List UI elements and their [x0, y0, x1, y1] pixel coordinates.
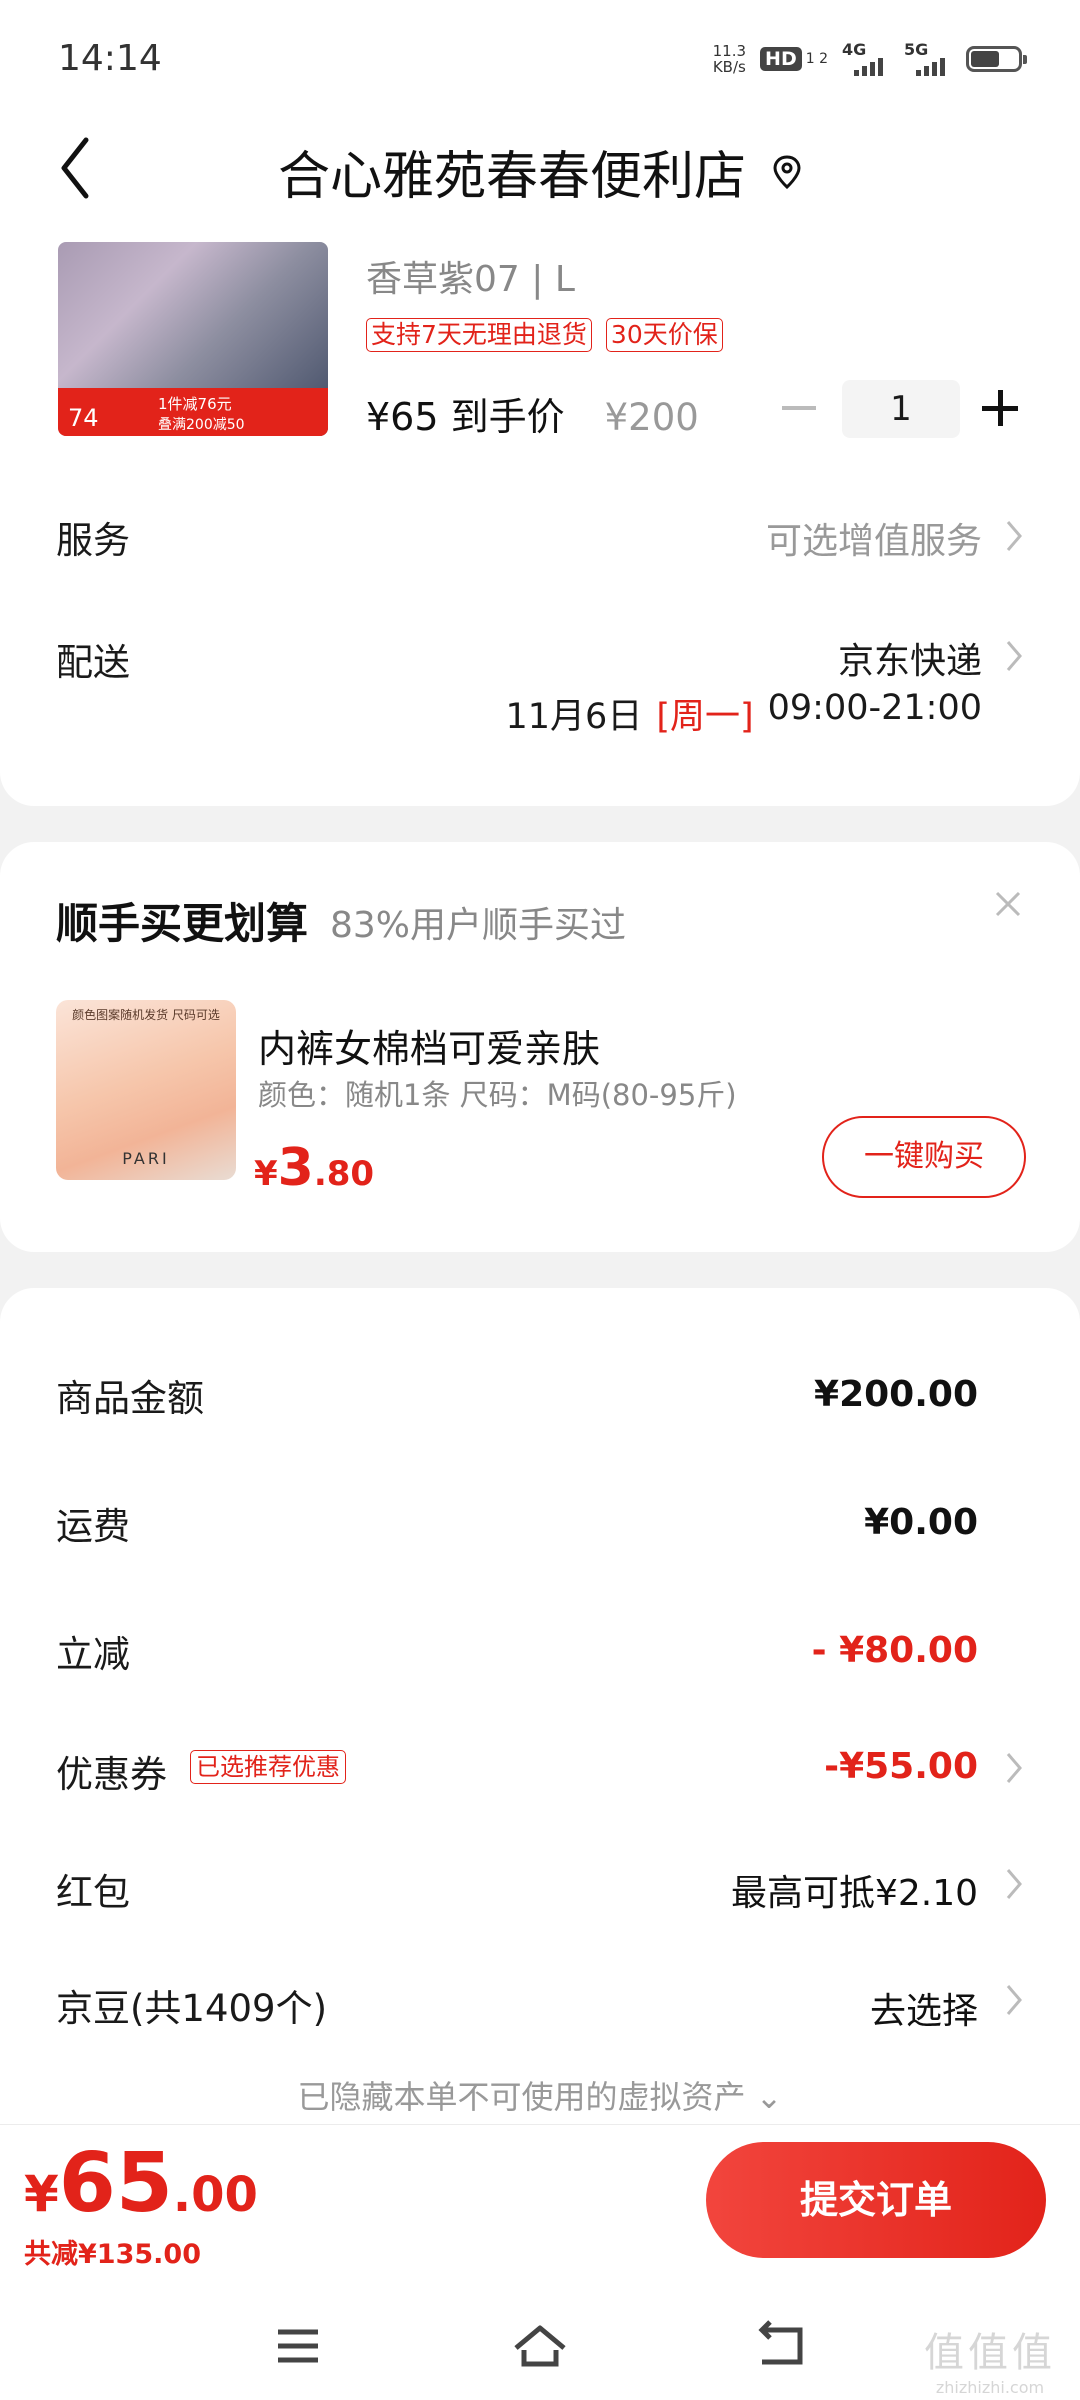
product-image[interactable]: 74 1件减76元 叠满200减50	[58, 242, 328, 436]
back-nav-icon[interactable]	[750, 2316, 810, 2376]
shop-header: 合心雅苑春春便利店	[0, 134, 1080, 209]
product-price-line: ¥65 到手价 ¥200	[366, 386, 699, 441]
delivery-time-window: 09:00-21:00	[767, 688, 982, 728]
chevron-right-icon[interactable]	[1004, 638, 1024, 674]
shipping-value: ¥0.00	[864, 1502, 978, 1543]
jd-beans-label: 京豆(共1409个)	[56, 1987, 328, 2030]
product-sku[interactable]: 香草紫07 | L	[366, 250, 575, 302]
chevron-right-icon[interactable]	[1004, 518, 1024, 554]
final-price: ¥65 到手价	[366, 395, 565, 439]
hidden-assets-toggle[interactable]: 已隐藏本单不可使用的虚拟资产 ⌄	[0, 2072, 1080, 2118]
upsell-price: ¥ 3 .80	[254, 1138, 375, 1198]
submit-order-button[interactable]: 提交订单	[706, 2142, 1046, 2258]
location-pin-icon[interactable]	[772, 154, 802, 189]
instant-discount-value: - ¥80.00	[811, 1630, 978, 1671]
chevron-right-icon[interactable]	[1004, 1982, 1024, 2018]
chevron-right-icon[interactable]	[1004, 1866, 1024, 1902]
battery-icon	[966, 46, 1027, 72]
menu-icon[interactable]	[268, 2316, 328, 2376]
original-price: ¥200	[604, 396, 699, 439]
one-click-buy-button[interactable]: 一键购买	[822, 1116, 1026, 1198]
quantity-increase-button[interactable]	[982, 390, 1018, 426]
quantity-decrease-button[interactable]	[782, 406, 816, 410]
signal-4g-icon: 4G	[842, 40, 890, 76]
red-packet-label: 红包	[56, 1871, 130, 1914]
upsell-product-image[interactable]: 颜色图案随机发货 尺码可选 PARI	[56, 1000, 236, 1180]
goods-amount-label: 商品金额	[56, 1377, 204, 1420]
status-time: 14:14	[58, 38, 162, 79]
upsell-product-spec: 颜色：随机1条 尺码：M码(80-95斤)	[258, 1078, 737, 1112]
upsell-subtitle: 83%用户顺手买过	[330, 905, 627, 946]
delivery-weekday: [周一]	[656, 697, 754, 737]
delivery-schedule[interactable]: 11月6日 [周一] 09:00-21:00	[506, 688, 982, 739]
delivery-date: 11月6日	[505, 697, 643, 737]
shipping-label: 运费	[56, 1505, 130, 1548]
quantity-input[interactable]: 1	[842, 380, 960, 438]
status-icons: 11.3 KB/s HD 1 2 4G 5G	[712, 40, 1027, 78]
chevron-right-icon[interactable]	[1004, 1750, 1024, 1786]
shop-name[interactable]: 合心雅苑春春便利店	[278, 134, 746, 209]
upsell-title: 顺手买更划算	[56, 899, 309, 948]
service-value[interactable]: 可选增值服务	[766, 512, 982, 564]
instant-discount-label: 立减	[56, 1633, 130, 1676]
service-label: 服务	[56, 519, 130, 562]
home-icon[interactable]	[510, 2316, 570, 2376]
coupon-label: 优惠券	[56, 1753, 167, 1796]
hd-icon: HD	[760, 47, 802, 71]
net-speed: 11.3 KB/s	[712, 42, 747, 76]
watermark: 值值值 zhizhizhi.com	[924, 2330, 1056, 2397]
product-tags: 支持7天无理由退货 30天价保	[366, 318, 723, 352]
goods-amount-value: ¥200.00	[814, 1374, 978, 1415]
price-protect-tag: 30天价保	[605, 318, 723, 352]
signal-5g-icon: 5G	[904, 40, 952, 76]
coupon-value[interactable]: -¥55.00	[824, 1746, 978, 1787]
close-icon[interactable]	[992, 888, 1024, 920]
red-packet-value[interactable]: 最高可抵¥2.10	[731, 1864, 978, 1916]
total-saved: 共减¥135.00	[24, 2239, 201, 2270]
upsell-product-name[interactable]: 内裤女棉档可爱亲肤	[258, 1018, 600, 1073]
total-price: ¥ 65 .00	[24, 2136, 258, 2231]
return-policy-tag: 支持7天无理由退货	[366, 318, 592, 352]
delivery-carrier[interactable]: 京东快递	[838, 632, 982, 684]
delivery-label: 配送	[56, 641, 130, 684]
jd-beans-value[interactable]: 去选择	[870, 1982, 978, 2034]
coupon-recommended-tag: 已选推荐优惠	[190, 1750, 346, 1784]
sim-index: 1 2	[805, 51, 828, 67]
